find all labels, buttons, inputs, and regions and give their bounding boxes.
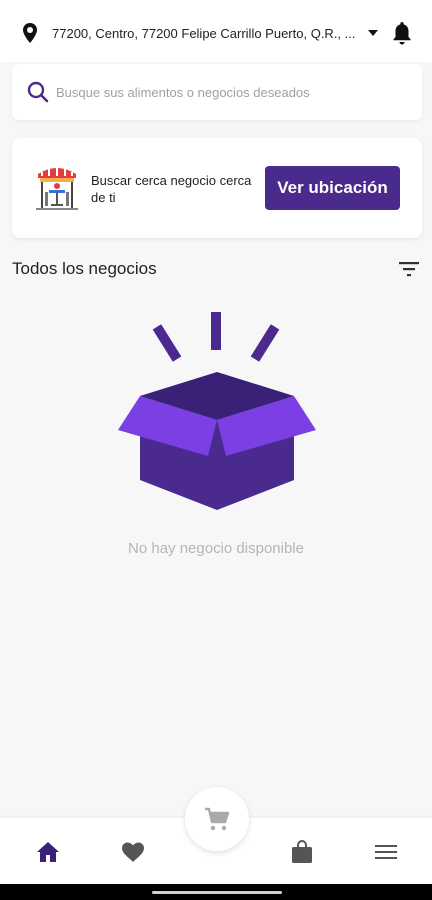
nearby-banner: Buscar cerca negocio cerca de ti Ver ubi… [12,138,422,238]
bag-icon[interactable] [289,840,315,864]
home-indicator[interactable] [152,891,282,894]
search-bar[interactable] [12,64,422,120]
empty-state-message: No hay negocio disponible [128,540,304,557]
section-title: Todos los negocios [12,259,157,278]
system-navigation-bar [0,884,432,900]
menu-icon[interactable] [373,840,399,864]
heart-icon[interactable] [120,840,146,864]
open-box-icon [118,312,316,510]
cart-button[interactable] [185,787,249,851]
home-icon[interactable] [35,840,61,864]
banner-text: Buscar cerca negocio cerca de ti [91,173,252,205]
storefront-icon [36,167,78,210]
filter-icon[interactable] [398,259,420,279]
bell-icon[interactable] [390,20,414,46]
search-input[interactable] [56,78,406,106]
caret-down-icon[interactable] [366,28,380,38]
cart-icon [205,807,230,831]
see-location-button[interactable]: Ver ubicación [265,166,400,210]
location-address[interactable]: 77200, Centro, 77200 Felipe Carrillo Pue… [52,26,357,41]
top-bar: 77200, Centro, 77200 Felipe Carrillo Pue… [0,0,432,62]
location-pin-icon[interactable] [20,22,40,44]
search-icon[interactable] [26,80,50,104]
